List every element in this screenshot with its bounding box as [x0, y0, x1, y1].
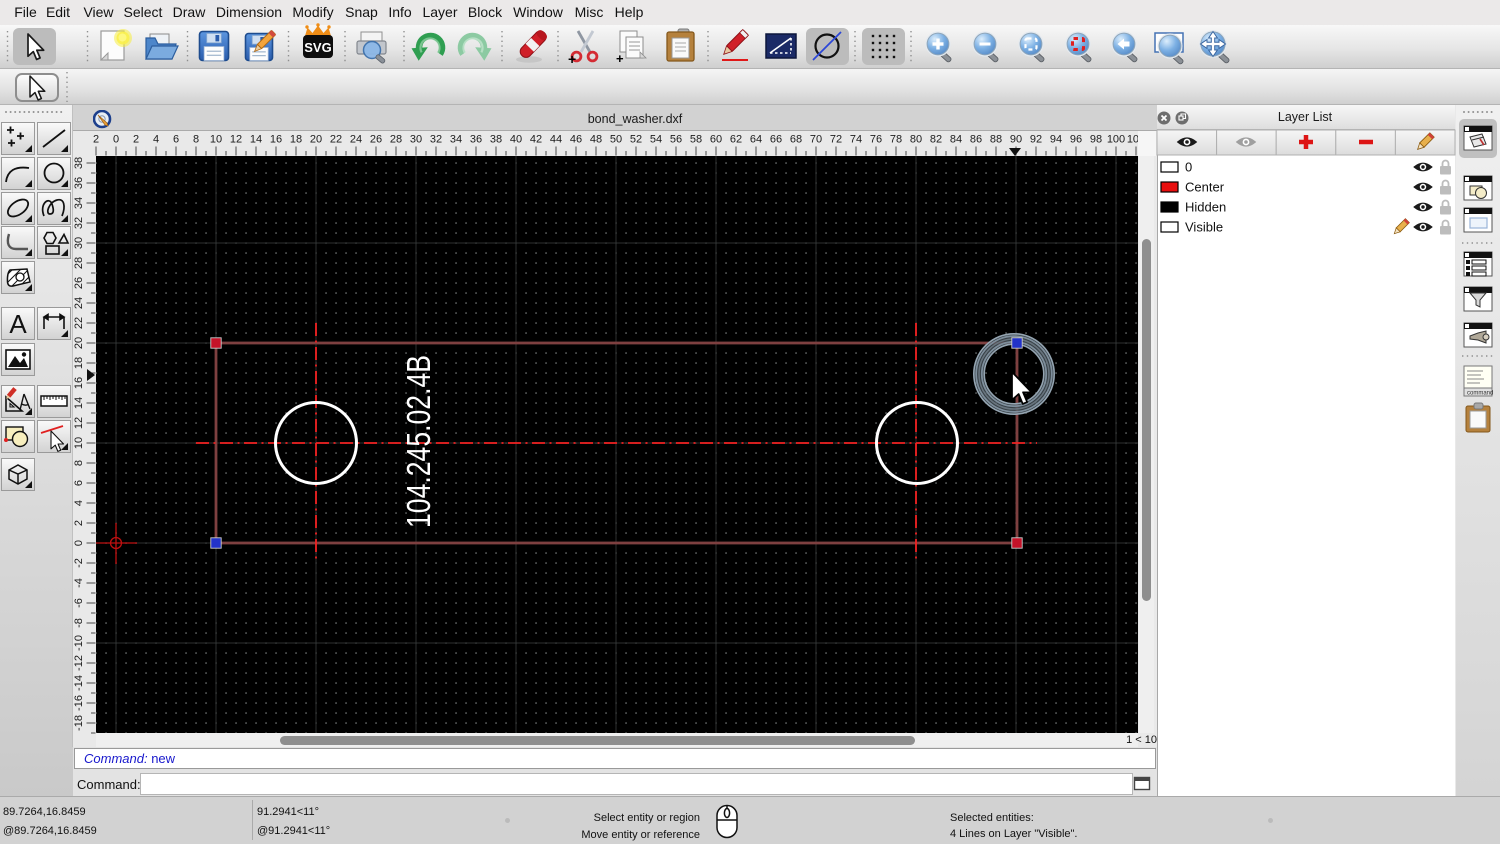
svg-text:command: command [1467, 391, 1493, 397]
